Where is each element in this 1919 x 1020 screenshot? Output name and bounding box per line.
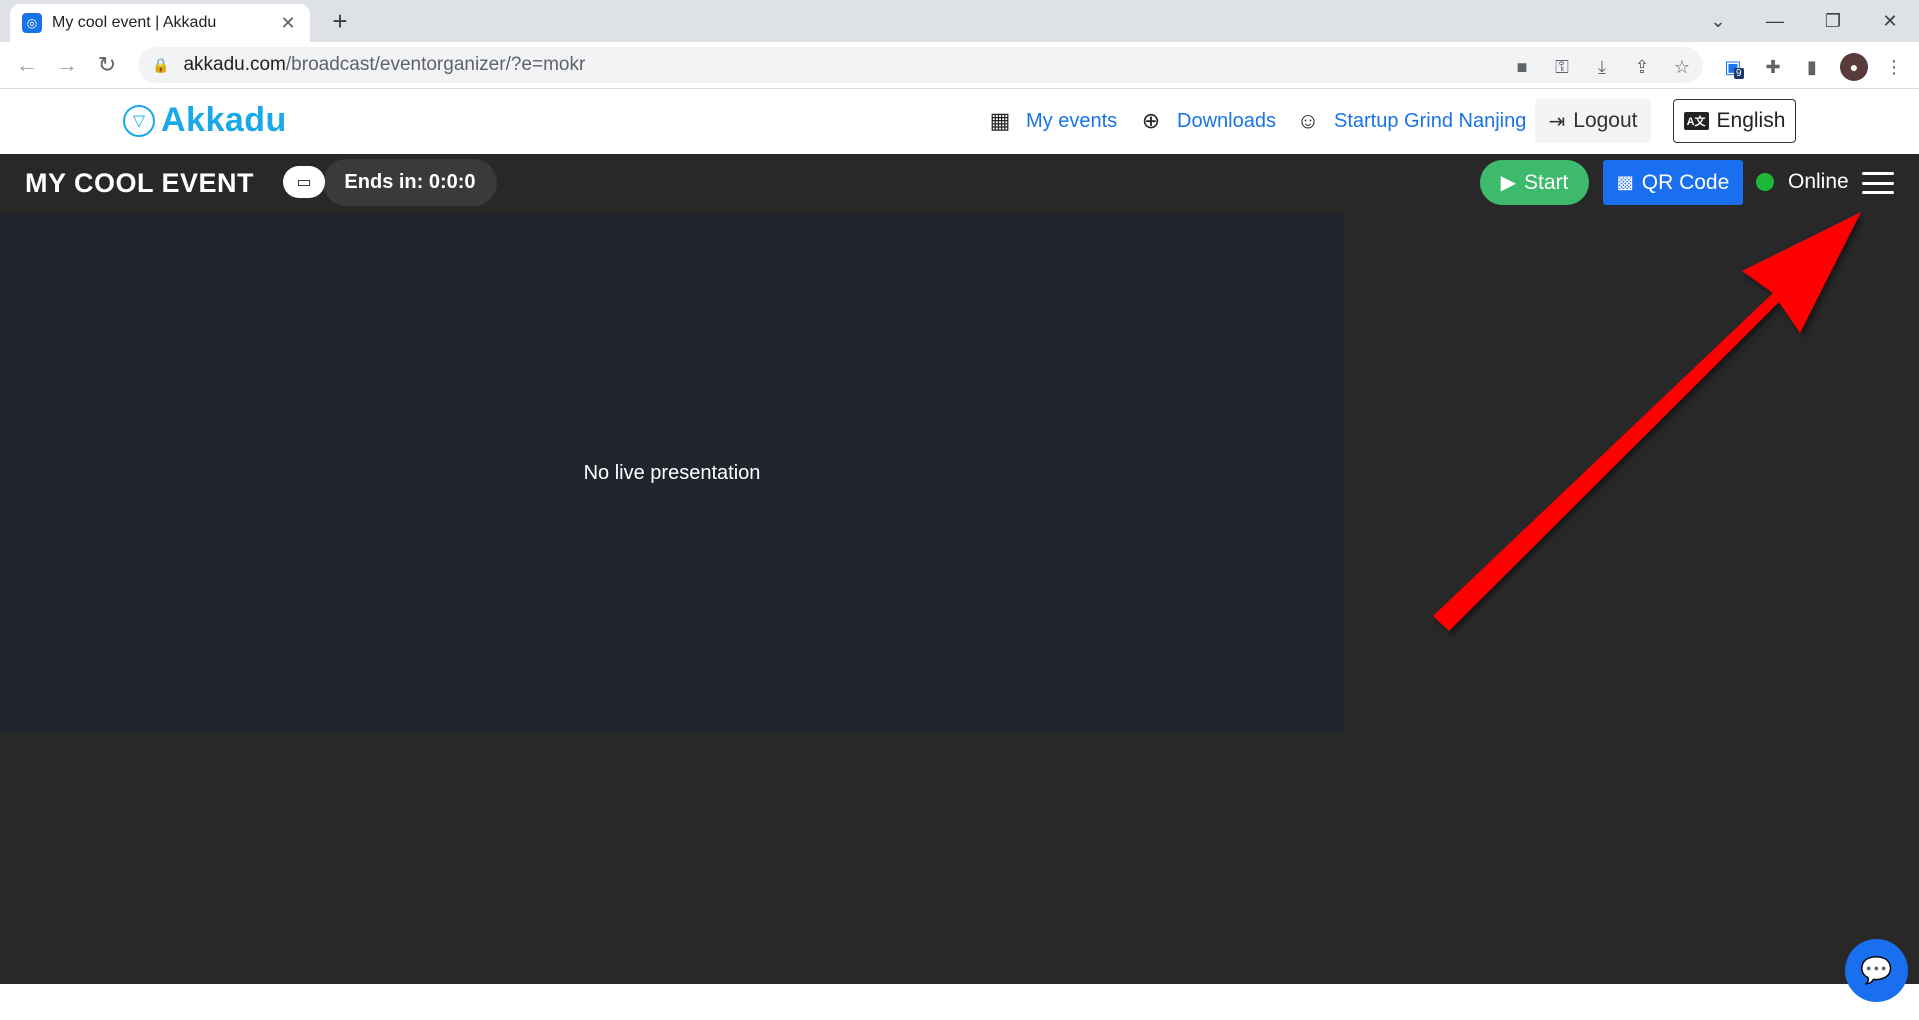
key-icon[interactable]: ⚿ (1550, 57, 1574, 78)
extensions-puzzle-icon[interactable]: ✚ (1761, 55, 1785, 79)
qr-code-label: QR Code (1641, 170, 1730, 194)
logout-button[interactable]: ⇥ Logout (1535, 99, 1651, 143)
site-header: ▽ Akkadu ▦ My events ⊕ Downloads ☺ Start… (0, 89, 1919, 154)
online-label: Online (1788, 170, 1849, 193)
no-live-presentation-message: No live presentation (583, 462, 761, 484)
profile-avatar[interactable]: ● (1840, 53, 1868, 81)
back-icon[interactable]: ← (12, 50, 42, 80)
tab-search-icon[interactable]: ⌄ (1698, 6, 1738, 36)
start-label: Start (1524, 170, 1569, 194)
browser-menu-icon[interactable]: ⋮ (1882, 55, 1906, 79)
nav-organization-label: Startup Grind Nanjing (1334, 109, 1527, 132)
logout-label: Logout (1573, 109, 1638, 132)
online-status: Online (1756, 170, 1849, 194)
window-close-icon[interactable]: ✕ (1870, 6, 1910, 36)
language-label: English (1716, 109, 1786, 132)
user-circle-icon: ☺ (1296, 108, 1320, 133)
nav-organization[interactable]: ☺ Startup Grind Nanjing (1294, 107, 1527, 135)
language-button[interactable]: A文 English (1673, 99, 1796, 143)
lock-icon: 🔒 (152, 56, 170, 73)
nav-my-events[interactable]: ▦ My events (986, 107, 1118, 135)
restore-icon[interactable]: ❐ (1813, 6, 1853, 36)
start-button[interactable]: ▶ Start (1480, 160, 1589, 205)
event-timer: Ends in: 0:0:0 (323, 159, 497, 206)
address-bar[interactable]: 🔒 akkadu.com/broadcast/eventorganizer/?e… (138, 47, 1703, 83)
calendar-icon: ▦ (989, 108, 1011, 133)
logo-text: Akkadu (161, 101, 287, 139)
monitor-icon[interactable]: ▭ (283, 166, 325, 198)
akkadu-logo[interactable]: ▽ Akkadu (123, 101, 287, 140)
chat-bubble-button[interactable]: 💬 (1845, 939, 1908, 1002)
presentation-area: No live presentation (0, 214, 1344, 734)
url-text: akkadu.com/broadcast/eventorganizer/?e=m… (183, 54, 586, 75)
akkadu-logo-icon: ▽ (123, 104, 155, 137)
new-tab-button[interactable]: + (325, 6, 355, 36)
footer-strip (0, 984, 1919, 1020)
akkadu-favicon-icon: ◎ (22, 13, 42, 33)
camera-icon[interactable]: ■ (1510, 57, 1534, 78)
nav-downloads-label: Downloads (1177, 109, 1276, 132)
language-icon: A文 (1683, 112, 1709, 130)
browser-tab[interactable]: ◎ My cool event | Akkadu ✕ (10, 4, 310, 42)
minimize-icon[interactable]: — (1755, 6, 1795, 36)
side-panel-icon[interactable]: ▮ (1800, 55, 1824, 79)
install-icon[interactable]: ⤓ (1590, 57, 1614, 78)
browser-toolbar: ← → ↻ 🔒 akkadu.com/broadcast/eventorgani… (0, 42, 1919, 89)
download-circle-icon: ⊕ (1141, 108, 1161, 133)
share-icon[interactable]: ⇪ (1630, 57, 1654, 78)
online-dot-icon (1756, 173, 1774, 191)
bookmark-star-icon[interactable]: ☆ (1670, 57, 1694, 78)
nav-downloads[interactable]: ⊕ Downloads (1137, 107, 1276, 135)
browser-tabbar: ◎ My cool event | Akkadu ✕ + ⌄ — ❐ ✕ (0, 0, 1919, 42)
tab-title: My cool event | Akkadu (52, 14, 217, 31)
extension-badge: 9 (1734, 68, 1744, 79)
play-icon: ▶ (1500, 172, 1517, 194)
chat-icon: 💬 (1860, 955, 1893, 985)
forward-icon[interactable]: → (52, 50, 82, 80)
tab-close-icon[interactable]: ✕ (278, 13, 298, 34)
lower-panel (0, 734, 1344, 984)
logout-icon: ⇥ (1548, 110, 1566, 133)
side-panel (1344, 214, 1919, 984)
password-manager-extension-icon[interactable]: ▣ 9 (1721, 55, 1745, 79)
qr-code-button[interactable]: ▩ QR Code (1603, 160, 1743, 205)
nav-my-events-label: My events (1026, 109, 1118, 132)
event-title: MY COOL EVENT (25, 168, 255, 198)
hamburger-menu-icon[interactable] (1862, 172, 1894, 194)
qr-code-icon: ▩ (1616, 172, 1634, 192)
reload-icon[interactable]: ↻ (92, 50, 122, 80)
